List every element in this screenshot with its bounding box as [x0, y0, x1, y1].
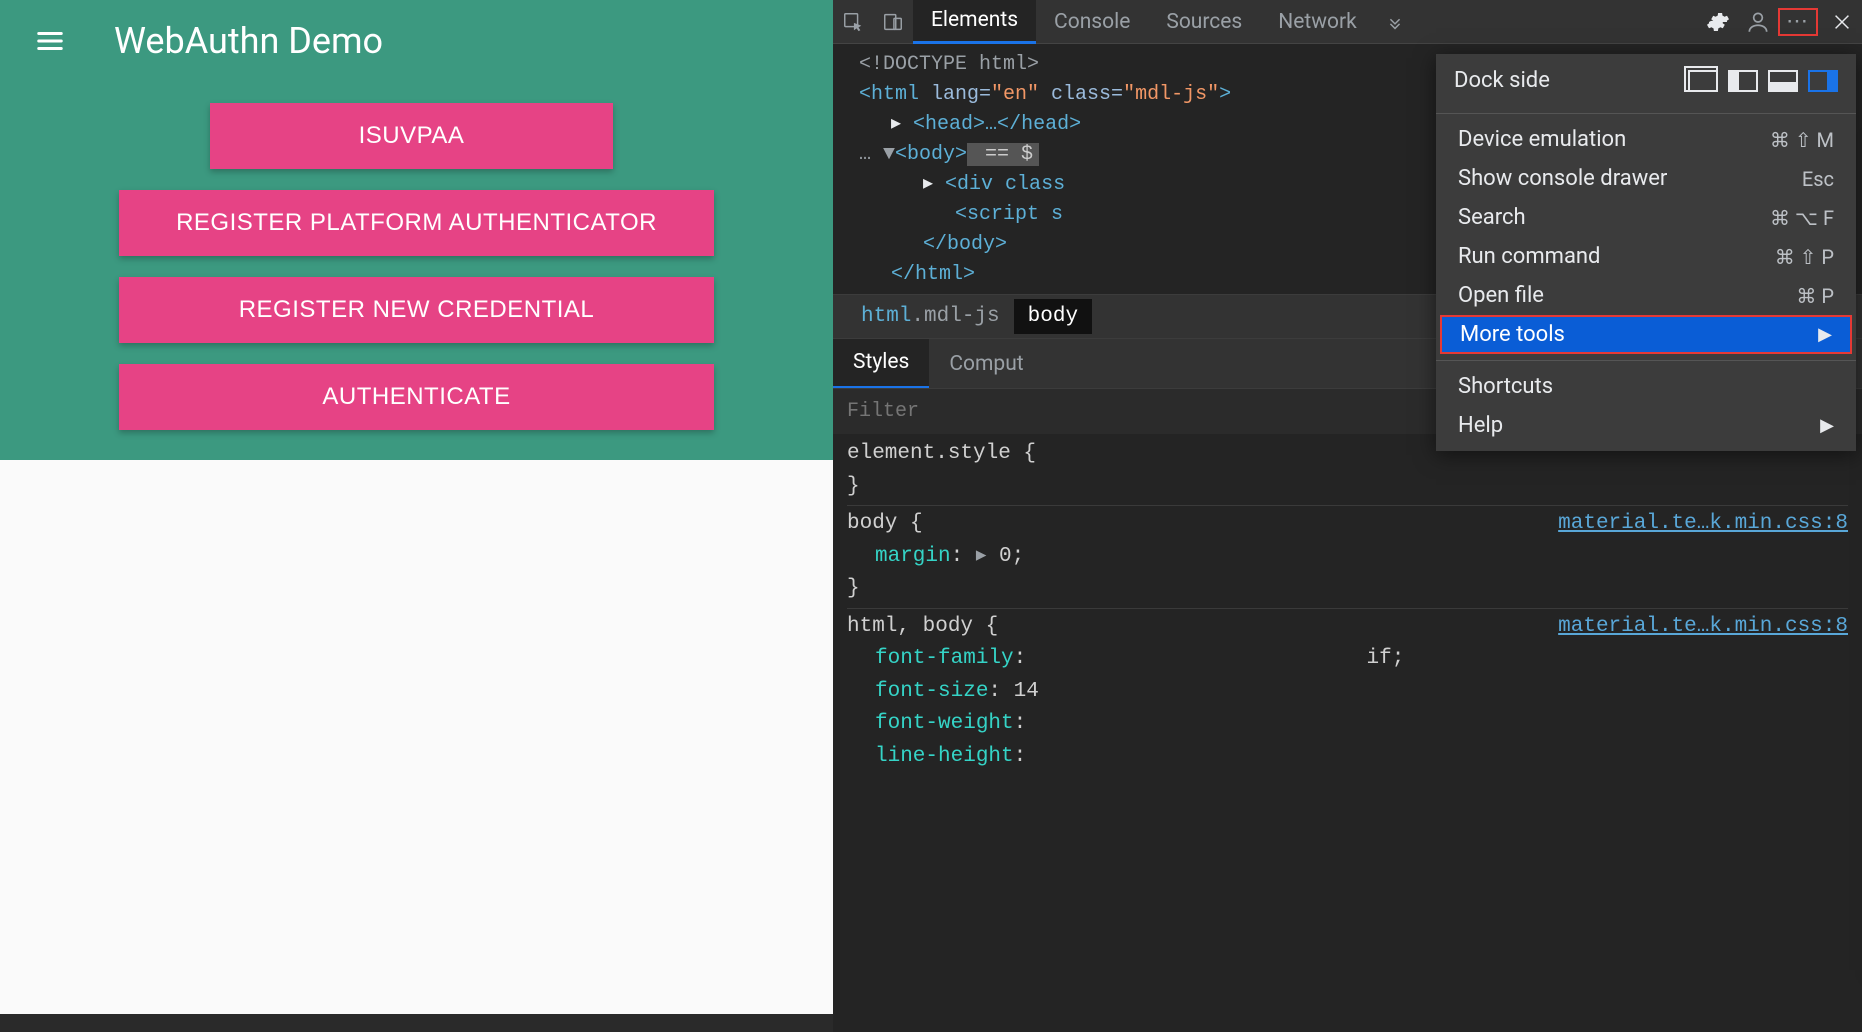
- crumb-mdl: .mdl-js: [911, 305, 999, 328]
- button-column: ISUVPAA REGISTER PLATFORM AUTHENTICATOR …: [0, 82, 833, 430]
- menu-device-kb: ⌘ ⇧ M: [1770, 128, 1834, 152]
- dom-html-end: </html>: [891, 263, 975, 286]
- webpage-viewport: WebAuthn Demo ISUVPAA REGISTER PLATFORM …: [0, 0, 833, 1032]
- tab-computed[interactable]: Comput: [929, 339, 1043, 389]
- tab-sources[interactable]: Sources: [1148, 0, 1260, 44]
- menu-open-label: Open file: [1458, 283, 1796, 308]
- css-rules-pane[interactable]: element.style { } material.te…k.min.css:…: [833, 434, 1862, 1032]
- register-new-button[interactable]: REGISTER NEW CREDENTIAL: [119, 277, 714, 343]
- device-toggle-icon[interactable]: [873, 0, 913, 44]
- menu-shortcuts-label: Shortcuts: [1458, 374, 1834, 399]
- dock-side-row: Dock side: [1436, 54, 1856, 107]
- tab-console[interactable]: Console: [1036, 0, 1148, 44]
- menu-separator: [1436, 113, 1856, 114]
- css-source-link-2[interactable]: material.te…k.min.css:8: [1558, 611, 1848, 644]
- dom-head: <head>…</head>: [913, 113, 1081, 136]
- dom-lang-val: "en": [991, 83, 1039, 106]
- menu-separator-2: [1436, 360, 1856, 361]
- register-platform-button[interactable]: REGISTER PLATFORM AUTHENTICATOR: [119, 190, 714, 256]
- dom-body-open: <body>: [895, 143, 967, 166]
- menu-more-label: More tools: [1460, 322, 1818, 347]
- dom-lang-attr: lang=: [931, 83, 991, 106]
- dom-doctype: <!DOCTYPE html>: [859, 53, 1039, 76]
- css-brace-close: }: [847, 475, 860, 498]
- dom-class-val: "mdl-js": [1123, 83, 1219, 106]
- dock-side-label: Dock side: [1454, 68, 1688, 93]
- page-header: WebAuthn Demo ISUVPAA REGISTER PLATFORM …: [0, 0, 833, 460]
- close-icon[interactable]: [1822, 0, 1862, 44]
- css-fs-val: 14: [1014, 680, 1039, 703]
- menu-open-file[interactable]: Open file⌘ P: [1436, 276, 1856, 315]
- css-brace-close-2: }: [847, 577, 860, 600]
- menu-more-tools[interactable]: More tools▶: [1440, 315, 1852, 354]
- page-body: [0, 460, 833, 1014]
- dom-script: <script s: [955, 203, 1063, 226]
- css-body-sel: body {: [847, 512, 923, 535]
- inspect-icon[interactable]: [833, 0, 873, 44]
- menu-run-kb: ⌘ ⇧ P: [1775, 245, 1834, 269]
- menu-shortcuts[interactable]: Shortcuts: [1436, 367, 1856, 406]
- authenticate-button[interactable]: AUTHENTICATE: [119, 364, 714, 430]
- css-htmlbody-sel: html, body {: [847, 615, 998, 638]
- settings-menu: Dock side Device emulation⌘ ⇧ M Show con…: [1436, 54, 1856, 451]
- gear-icon[interactable]: [1698, 0, 1738, 44]
- dock-right-icon[interactable]: [1808, 70, 1838, 92]
- dom-body-close: </body>: [923, 233, 1007, 256]
- chevron-right-icon-2: ▶: [1820, 415, 1834, 436]
- menu-help[interactable]: Help▶: [1436, 406, 1856, 445]
- css-source-link-1[interactable]: material.te…k.min.css:8: [1558, 508, 1848, 541]
- tab-network[interactable]: Network: [1260, 0, 1375, 44]
- css-fs: font-size: [875, 680, 988, 703]
- css-fw: font-weight: [875, 712, 1014, 735]
- menu-search[interactable]: Search⌘ ⌥ F: [1436, 198, 1856, 237]
- dom-class-attr: class=: [1039, 83, 1123, 106]
- menu-run-label: Run command: [1458, 244, 1775, 269]
- dock-undock-icon[interactable]: [1688, 70, 1718, 92]
- devtools-topbar: Elements Console Sources Network ⋯: [833, 0, 1862, 44]
- menu-device-emulation[interactable]: Device emulation⌘ ⇧ M: [1436, 120, 1856, 159]
- chevron-right-icon: ▶: [1818, 324, 1832, 345]
- css-elstyle: element.style {: [847, 442, 1036, 465]
- menu-open-kb: ⌘ P: [1796, 284, 1834, 308]
- devtools-panel: Elements Console Sources Network ⋯ <!DOC…: [833, 0, 1862, 1032]
- tab-elements[interactable]: Elements: [913, 0, 1036, 44]
- styles-filter-input[interactable]: [833, 389, 1100, 434]
- tabs-overflow-icon[interactable]: [1375, 0, 1415, 44]
- dock-left-icon[interactable]: [1728, 70, 1758, 92]
- hamburger-icon[interactable]: [26, 17, 74, 65]
- dom-selected-indicator: == $: [967, 143, 1039, 166]
- menu-help-label: Help: [1458, 413, 1820, 438]
- css-margin-val: 0: [999, 545, 1012, 568]
- css-lh: line-height: [875, 745, 1014, 768]
- menu-console-drawer[interactable]: Show console drawerEsc: [1436, 159, 1856, 198]
- tab-styles[interactable]: Styles: [833, 339, 929, 389]
- css-margin-prop: margin: [875, 545, 951, 568]
- crumb-html-text: html: [861, 305, 911, 328]
- page-title: WebAuthn Demo: [114, 20, 383, 62]
- crumb-html[interactable]: html.mdl-js: [847, 299, 1014, 334]
- dom-html-close: >: [1219, 83, 1231, 106]
- crumb-body[interactable]: body: [1014, 299, 1092, 334]
- page-footer-bar: [0, 1014, 833, 1032]
- menu-search-kb: ⌘ ⌥ F: [1770, 206, 1834, 230]
- page-titlebar: WebAuthn Demo: [0, 0, 833, 82]
- menu-drawer-kb: Esc: [1802, 167, 1834, 191]
- dom-collapse-prefix: … ▼: [859, 143, 895, 166]
- dom-div: <div class: [945, 173, 1065, 196]
- more-menu-button[interactable]: ⋯: [1778, 8, 1818, 36]
- isuvpaa-button[interactable]: ISUVPAA: [210, 103, 613, 169]
- dom-html-open: <html: [859, 83, 931, 106]
- menu-drawer-label: Show console drawer: [1458, 166, 1802, 191]
- css-ff: font-family: [875, 647, 1014, 670]
- css-if: if;: [1367, 647, 1405, 670]
- menu-device-label: Device emulation: [1458, 127, 1770, 152]
- dock-icons: [1688, 70, 1838, 92]
- menu-run-command[interactable]: Run command⌘ ⇧ P: [1436, 237, 1856, 276]
- menu-search-label: Search: [1458, 205, 1770, 230]
- account-icon[interactable]: [1738, 0, 1778, 44]
- dock-bottom-icon[interactable]: [1768, 70, 1798, 92]
